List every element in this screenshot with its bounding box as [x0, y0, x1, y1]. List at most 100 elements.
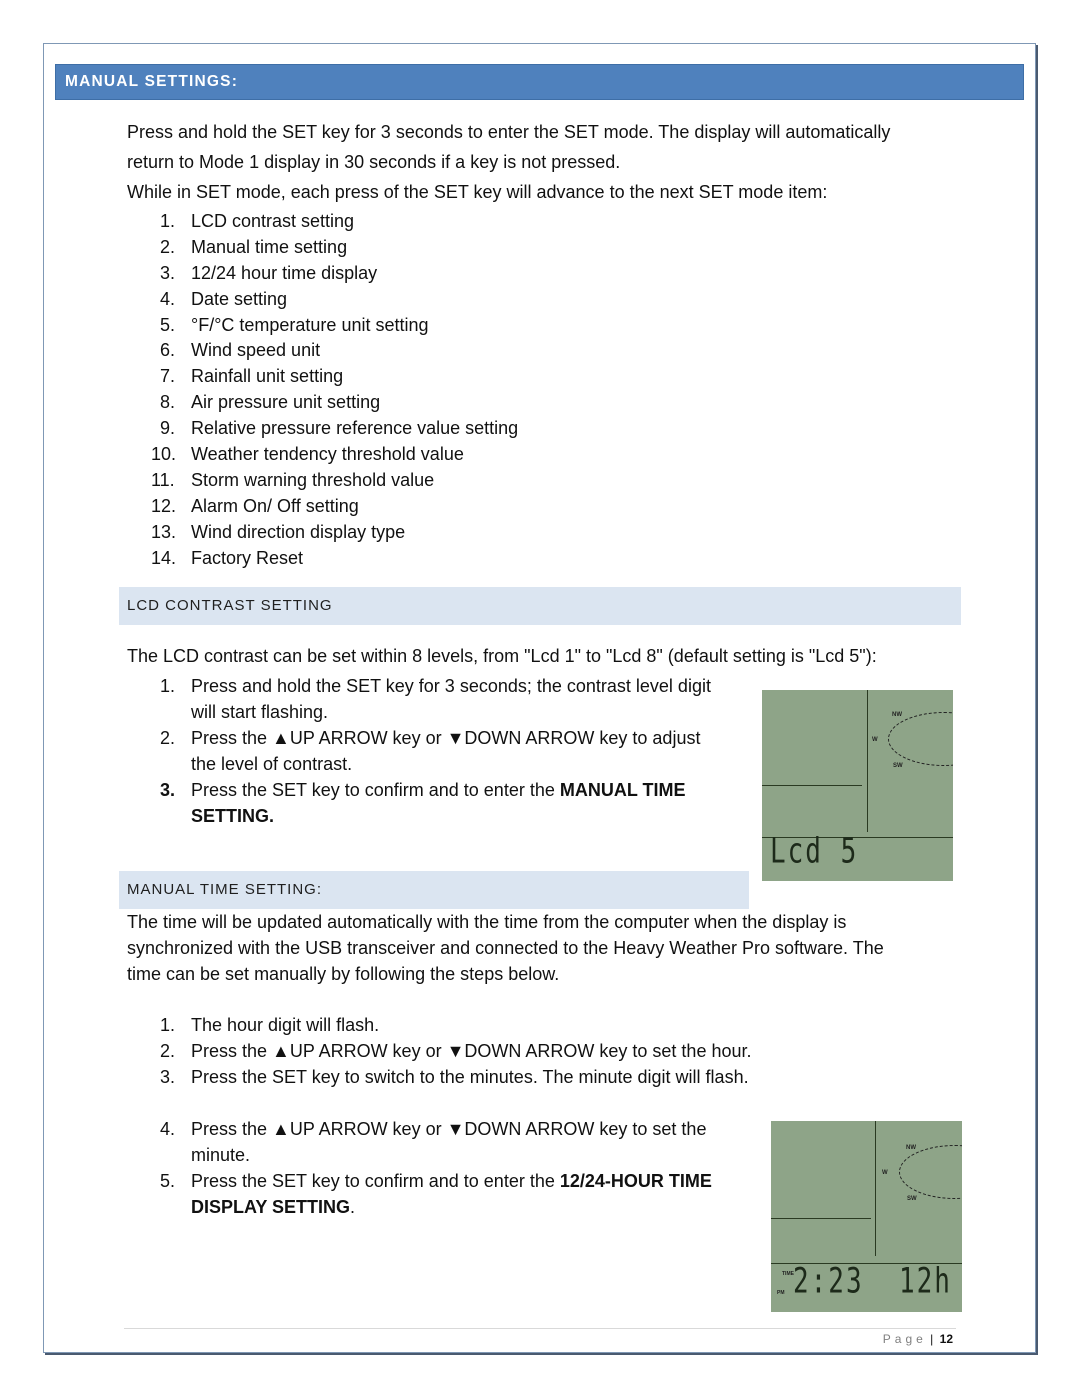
step-number: 2.: [160, 728, 176, 748]
compass-arc: [899, 1145, 962, 1199]
lcd-contrast-display-image: NW W SW Lcd 5: [762, 690, 953, 881]
step-bold-link: DISPLAY SETTING: [191, 1197, 351, 1217]
item-text: Relative pressure reference value settin…: [191, 418, 519, 439]
step-text-end: DOWN ARROW key to adjust: [464, 728, 701, 748]
item-number: 6.: [160, 340, 176, 361]
step-text: Press the ▲UP ARROW key or ▼DOWN ARROW k…: [191, 725, 700, 751]
item-number: 11.: [151, 469, 175, 490]
set-mode-item: 6. Wind speed unit: [127, 338, 827, 364]
item-text: Date setting: [191, 288, 288, 309]
step-text: will start flashing.: [191, 702, 329, 722]
item-text: Air pressure unit setting: [191, 392, 381, 413]
step-text: Press and hold the SET key for 3 seconds…: [191, 676, 711, 696]
item-text: Wind speed unit: [191, 340, 321, 361]
set-mode-item: 13. Wind direction display type: [127, 520, 827, 546]
compass-label-sw: SW: [893, 763, 903, 769]
item-number: 1.: [160, 211, 176, 231]
item-number: 2.: [160, 236, 176, 257]
item-text: Storm warning threshold value: [191, 469, 435, 490]
set-mode-item: 9. Relative pressure reference value sett…: [127, 416, 827, 442]
item-number: 5.: [160, 314, 176, 335]
display-divider: [867, 690, 868, 832]
step-text: the level of contrast.: [191, 754, 353, 774]
step-number: 1.: [160, 1015, 176, 1035]
set-mode-item: 1. LCD contrast setting: [127, 209, 827, 235]
lcd-contrast-intro: The LCD contrast can be set within 8 lev…: [127, 646, 877, 666]
set-mode-item: 3. 12/24 hour time display: [127, 261, 827, 287]
item-text: LCD contrast setting: [191, 211, 355, 231]
item-number: 10.: [151, 444, 177, 465]
step-text: DISPLAY SETTING.: [191, 1194, 355, 1220]
page-label: Page: [882, 1332, 927, 1346]
step-text-mid: UP ARROW key or: [289, 1119, 447, 1139]
display-divider: [875, 1121, 876, 1256]
step-text-mid: UP ARROW key or: [289, 1041, 447, 1061]
lcd-contrast-heading-text: LCD CONTRAST SETTING: [127, 597, 333, 614]
step-number: 5.: [160, 1171, 176, 1191]
step-text: SETTING.: [191, 803, 274, 829]
step-number: 3.: [160, 780, 176, 800]
compass-label-nw: NW: [892, 712, 902, 718]
set-mode-item: 2. Manual time setting: [127, 235, 827, 261]
hour-mode-readout: 12h: [899, 1261, 952, 1303]
up-arrow-icon: ▲: [272, 1119, 290, 1139]
intro-line-3: While in SET mode, each press of the SET…: [127, 182, 828, 202]
step-text-end: DOWN ARROW key to set the: [464, 1119, 707, 1139]
up-arrow-icon: ▲: [272, 728, 290, 748]
item-text: Rainfall unit setting: [191, 366, 344, 387]
display-divider: [771, 1218, 871, 1219]
compass-label-nw: NW: [906, 1145, 916, 1151]
up-arrow-icon: ▲: [272, 1041, 290, 1061]
set-mode-item: 8. Air pressure unit setting: [127, 390, 827, 416]
set-mode-list: 1. LCD contrast setting 2. Manual time sett…: [127, 209, 827, 571]
step-bold-link: SETTING.: [191, 806, 275, 826]
step-text-end: DOWN ARROW key to set the hour.: [464, 1041, 752, 1061]
item-number: 4.: [160, 288, 176, 309]
manual-time-intro-3: time can be set manually by following th…: [127, 964, 560, 984]
set-mode-item: 4. Date setting: [127, 287, 827, 313]
item-text: 12/24 hour time display: [191, 262, 378, 283]
set-mode-item: 10. Weather tendency threshold value: [127, 442, 827, 468]
step-text-tail: .: [350, 1197, 356, 1217]
item-text: Manual time setting: [191, 236, 348, 257]
step-text: Press the SET key to confirm and to ente…: [191, 777, 686, 803]
item-number: 8.: [160, 392, 176, 413]
down-arrow-icon: ▼: [446, 1041, 465, 1061]
set-mode-item: 12. Alarm On/ Off setting: [127, 494, 827, 520]
set-mode-item: 7. Rainfall unit setting: [127, 364, 827, 390]
manual-time-heading-text: MANUAL TIME SETTING:: [127, 881, 323, 898]
step-number: 1.: [160, 676, 176, 696]
manual-time-display-image: NW W SW TIME PM 2:23 12h: [771, 1121, 962, 1312]
time-readout: 2:23: [793, 1261, 864, 1303]
pm-label: PM: [777, 1290, 785, 1296]
lcd-contrast-heading: LCD CONTRAST SETTING: [119, 587, 961, 625]
intro-line-2: return to Mode 1 display in 30 seconds i…: [127, 152, 621, 172]
item-text: Factory Reset: [191, 547, 304, 568]
step-text-pre: Press the: [191, 1119, 273, 1139]
step-text: Press the SET key to switch to the minut…: [191, 1067, 749, 1087]
item-number: 12.: [151, 495, 177, 516]
compass-label-w: W: [882, 1170, 888, 1176]
step-text-pre: Press the SET key to confirm and to ente…: [191, 1171, 560, 1191]
step-number: 3.: [160, 1067, 176, 1087]
intro-line-1: Press and hold the SET key for 3 seconds…: [127, 122, 891, 142]
step-bold-link: MANUAL TIME: [559, 780, 686, 800]
lcd-readout: Lcd 5: [770, 831, 859, 873]
item-text: Wind direction display type: [191, 521, 406, 542]
set-mode-item: 5. °F/°C temperature unit setting: [127, 313, 827, 339]
page-separator: |: [930, 1332, 934, 1346]
item-number: 13.: [151, 521, 177, 542]
compass-arc: [888, 712, 953, 766]
step-text: Press the ▲UP ARROW key or ▼DOWN ARROW k…: [191, 1116, 706, 1142]
down-arrow-icon: ▼: [446, 728, 465, 748]
manual-time-intro-2: synchronized with the USB transceiver an…: [127, 938, 884, 958]
step-text-pre: Press the: [191, 728, 273, 748]
manual-time-intro-1: The time will be updated automatically w…: [127, 912, 847, 932]
step-number: 4.: [160, 1119, 176, 1139]
item-text: Alarm On/ Off setting: [191, 495, 359, 516]
step-text: minute.: [191, 1145, 251, 1165]
step-bold-link: 12/24-HOUR TIME: [559, 1171, 712, 1191]
page-footer: Page | 12: [883, 1332, 953, 1346]
set-mode-item: 11. Storm warning threshold value: [127, 468, 827, 494]
manual-time-heading: MANUAL TIME SETTING:: [119, 871, 749, 909]
